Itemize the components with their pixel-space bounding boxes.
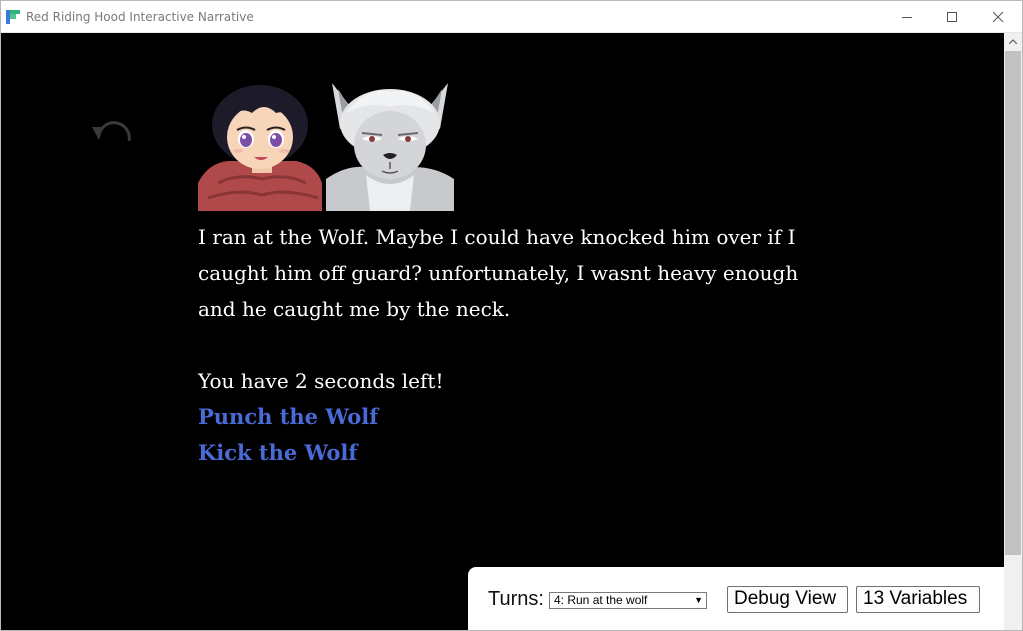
maximize-button[interactable]	[929, 1, 975, 32]
close-icon	[992, 11, 1004, 22]
timer-text: You have 2 seconds left!	[198, 369, 444, 393]
turns-label: Turns:	[488, 588, 544, 610]
minimize-button[interactable]	[884, 1, 930, 32]
choice-punch-the-wolf[interactable]: Punch the Wolf	[198, 399, 808, 435]
debug-panel: Turns: 4: Run at the wolf ▼ Debug View 1…	[468, 567, 1004, 630]
minimize-icon	[902, 16, 912, 18]
app-logo-icon	[6, 10, 20, 24]
title-bar[interactable]: Red Riding Hood Interactive Narrative	[1, 1, 1022, 33]
story-view: I ran at the Wolf. Maybe I could have kn…	[1, 33, 1004, 630]
scroll-up-arrow-icon	[1009, 39, 1017, 44]
story-paragraph: I ran at the Wolf. Maybe I could have kn…	[198, 225, 799, 321]
character-portraits	[198, 83, 454, 211]
dropdown-arrow-icon: ▼	[694, 595, 703, 605]
undo-icon[interactable]	[89, 113, 139, 153]
turns-selected-value: 4: Run at the wolf	[554, 593, 648, 607]
scroll-thumb[interactable]	[1005, 51, 1021, 555]
vertical-scrollbar[interactable]	[1004, 33, 1022, 630]
variables-button[interactable]: 13 Variables	[856, 586, 980, 613]
choice-kick-the-wolf[interactable]: Kick the Wolf	[198, 435, 808, 471]
debug-view-button[interactable]: Debug View	[727, 586, 848, 613]
maximize-icon	[947, 11, 957, 22]
wolf-portrait	[326, 83, 454, 211]
window-title: Red Riding Hood Interactive Narrative	[26, 10, 254, 24]
app-window: Red Riding Hood Interactive Narrative I …	[0, 0, 1023, 631]
close-button[interactable]	[975, 1, 1021, 32]
scroll-up-button[interactable]	[1004, 33, 1022, 50]
turns-select[interactable]: 4: Run at the wolf ▼	[549, 592, 707, 609]
story-text: I ran at the Wolf. Maybe I could have kn…	[198, 219, 808, 471]
red-riding-hood-portrait	[198, 83, 326, 211]
